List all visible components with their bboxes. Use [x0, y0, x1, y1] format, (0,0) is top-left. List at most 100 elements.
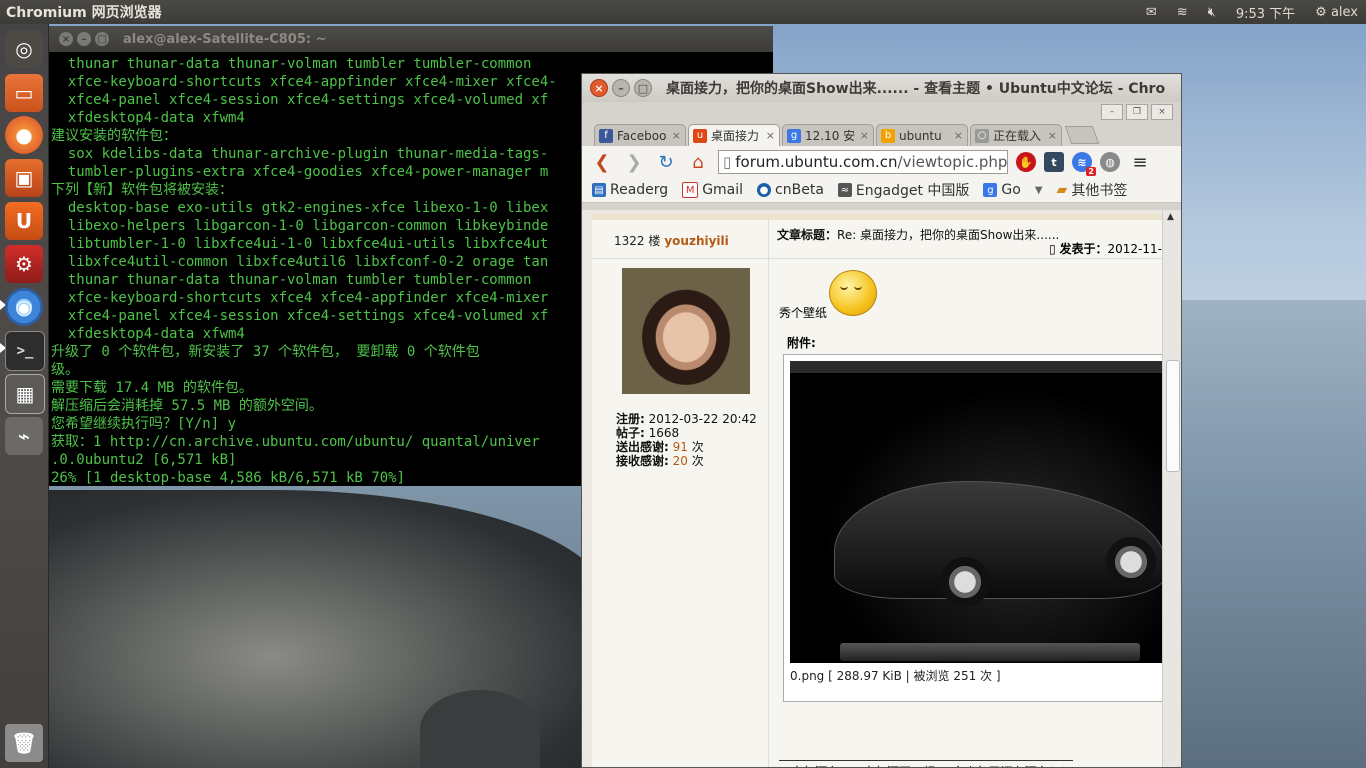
page-icon: ▯ — [723, 153, 732, 171]
close-icon[interactable]: × — [590, 79, 608, 97]
launcher: ◎ ▭ ● ▣ U ⚙ ◉ >_ ▦ ⌁ 🗑︎ — [0, 24, 49, 768]
thanks-given[interactable]: 91 — [673, 440, 688, 454]
user-name: alex — [1330, 4, 1358, 20]
chromium-window[interactable]: × – □ 桌面接力，把你的桌面Show出来...... - 查看主题 • Ub… — [581, 73, 1182, 768]
smiley-emoticon-icon — [829, 270, 877, 316]
ubuntu-one-icon[interactable]: U — [5, 202, 43, 240]
terminal-title: alex@alex-Satellite-C805: ~ — [123, 31, 327, 47]
tab-close-icon[interactable]: × — [954, 129, 963, 142]
active-app-title: Chromium 网页浏览器 — [6, 5, 162, 21]
bookmark-readerg[interactable]: ▤ Readerg — [592, 182, 668, 198]
workspace-switcher-icon[interactable]: ▦ — [5, 374, 45, 414]
post-count: 1668 — [648, 426, 680, 440]
power-gear-icon: ⚙ — [1315, 4, 1327, 20]
volume-muted-icon[interactable]: 🔇︎ — [1208, 5, 1216, 20]
bookmark-cnbeta[interactable]: ● cnBeta — [757, 182, 824, 198]
terminal-icon[interactable]: >_ — [5, 331, 45, 371]
tab-favicon-icon: u — [693, 128, 707, 143]
tumblr-icon[interactable]: t — [1044, 152, 1064, 172]
tab-favicon-icon: g — [787, 128, 801, 143]
attachment-image[interactable] — [790, 361, 1162, 663]
maximize-icon[interactable]: □ — [634, 79, 652, 97]
bookmark-star-icon[interactable]: ☆ — [1007, 153, 1008, 171]
avatar — [622, 268, 750, 394]
minimize-icon[interactable]: – — [1101, 104, 1123, 120]
maximize-icon[interactable]: □ — [95, 32, 109, 46]
tab-close-icon[interactable]: × — [766, 129, 775, 142]
wifi-icon[interactable]: ≋ — [1177, 5, 1188, 20]
files-icon[interactable]: ▭ — [5, 74, 43, 112]
mail-icon[interactable]: ✉ — [1146, 5, 1157, 20]
bookmark-engadget[interactable]: ≈ Engadget 中国版 — [837, 180, 969, 200]
clock[interactable]: 9:53 下午 — [1236, 3, 1295, 22]
extension-badge: 2 — [1086, 167, 1096, 176]
post-icon: ▯ — [1049, 242, 1056, 256]
tab-close-icon[interactable]: × — [1048, 129, 1057, 142]
scroll-up-icon[interactable]: ▲ — [1167, 212, 1174, 222]
chromium-icon[interactable]: ◉ — [5, 288, 43, 326]
close-icon[interactable]: × — [1151, 104, 1173, 120]
post-author-panel: 1322 楼 youzhiyili 注册: 2012-03-22 20:42 帖子… — [592, 220, 769, 767]
browser-window-controls: – ❐ × — [582, 102, 1181, 122]
close-icon[interactable]: × — [59, 32, 73, 46]
attachment-caption[interactable]: 0.png [ 288.97 KiB | 被浏览 251 次 ] — [790, 667, 1001, 684]
tab-close-icon[interactable]: × — [860, 129, 869, 142]
bookmarks-overflow-icon[interactable]: ▼ — [1035, 185, 1043, 196]
page-scrollbar[interactable]: ▲ — [1162, 210, 1181, 767]
forum-post: 1322 楼 youzhiyili 注册: 2012-03-22 20:42 帖子… — [592, 214, 1162, 767]
minimize-icon[interactable]: – — [77, 32, 91, 46]
dash-home-icon[interactable]: ◎ — [5, 30, 43, 68]
terminal-titlebar[interactable]: × – □ alex@alex-Satellite-C805: ~ — [49, 26, 773, 52]
google-icon: g — [983, 183, 998, 197]
home-icon[interactable]: ⌂ — [686, 152, 710, 173]
globe-extension-icon[interactable]: ◍ — [1100, 152, 1120, 172]
post-username[interactable]: youzhiyili — [664, 234, 728, 248]
tab-label: ubuntu — [899, 128, 942, 143]
minimize-icon[interactable]: – — [612, 79, 630, 97]
tab-1[interactable]: f Faceboo × — [594, 124, 686, 146]
back-icon[interactable]: ❮ — [590, 152, 614, 173]
tab-3[interactable]: g 12.10 安 × — [782, 124, 874, 146]
tab-label: 桌面接力 — [711, 129, 760, 143]
software-center-icon[interactable]: ▣ — [5, 159, 43, 197]
attachment-box: 0.png [ 288.97 KiB | 被浏览 251 次 ] — [783, 354, 1162, 702]
tab-strip: f Faceboo × u 桌面接力 × g 12.10 安 × b ubuntu × ○ 正在载入 × — [582, 122, 1181, 146]
bookmarks-bar: ▤ Readerg M Gmail ● cnBeta ≈ Engadget 中国版 gG… — [582, 178, 1181, 203]
rss-extension-icon[interactable]: ≋ 2 — [1072, 152, 1096, 176]
forward-icon[interactable]: ❯ — [622, 152, 646, 173]
attachment-label: 附件: — [787, 336, 816, 350]
url-host: forum.ubuntu.com.cn — [735, 153, 898, 171]
system-settings-icon[interactable]: ⚙ — [5, 245, 43, 283]
tab-close-icon[interactable]: × — [672, 129, 681, 142]
bookmark-gmail[interactable]: M Gmail — [682, 182, 743, 198]
top-panel: Chromium 网页浏览器 ✉ ≋ 🔇︎ 9:53 下午 ⚙ alex — [0, 0, 1366, 24]
tab-4[interactable]: b ubuntu × — [876, 124, 968, 146]
trash-icon[interactable]: 🗑︎ — [5, 724, 43, 762]
other-bookmarks[interactable]: ▰ 其他书签 — [1057, 180, 1128, 200]
page-content[interactable]: 1322 楼 youzhiyili 注册: 2012-03-22 20:42 帖子… — [582, 210, 1162, 767]
reload-icon[interactable]: ↻ — [654, 152, 678, 173]
firefox-icon[interactable]: ● — [5, 116, 43, 154]
tab-label: 12.10 安 — [805, 129, 856, 143]
user-menu[interactable]: ⚙ alex — [1315, 5, 1358, 20]
adblock-icon[interactable]: ✋ — [1016, 152, 1036, 172]
thanks-received[interactable]: 20 — [673, 454, 688, 468]
new-tab-button[interactable] — [1064, 126, 1100, 144]
window-title: 桌面接力，把你的桌面Show出来...... - 查看主题 • Ubuntu中文… — [666, 81, 1166, 97]
tab-2[interactable]: u 桌面接力 × — [688, 124, 780, 146]
bookmark-go[interactable]: g Go — [983, 182, 1021, 198]
scrollbar-thumb[interactable] — [1166, 360, 1180, 472]
post-floor: 1322 楼 youzhiyili — [614, 234, 729, 248]
usb-drive-icon[interactable]: ⌁ — [5, 417, 43, 455]
post-signature: 三十年河东，三十年河西，都TM多少年了还在河东！！ — [779, 760, 1073, 767]
menu-icon[interactable]: ≡ — [1128, 152, 1152, 173]
car-wheel — [940, 557, 990, 607]
folder-icon: ▰ — [1056, 182, 1068, 198]
chromium-titlebar[interactable]: × – □ 桌面接力，把你的桌面Show出来...... - 查看主题 • Ub… — [582, 74, 1181, 102]
browser-toolbar: ❮ ❯ ↻ ⌂ ▯ forum.ubuntu.com.cn/viewtopic.… — [582, 146, 1181, 178]
tab-favicon-icon: b — [881, 128, 895, 143]
restore-icon[interactable]: ❐ — [1126, 104, 1148, 120]
address-bar[interactable]: ▯ forum.ubuntu.com.cn/viewtopic.php ☆ — [718, 150, 1008, 174]
screenshot-dock — [840, 643, 1140, 661]
tab-5[interactable]: ○ 正在载入 × — [970, 124, 1062, 146]
